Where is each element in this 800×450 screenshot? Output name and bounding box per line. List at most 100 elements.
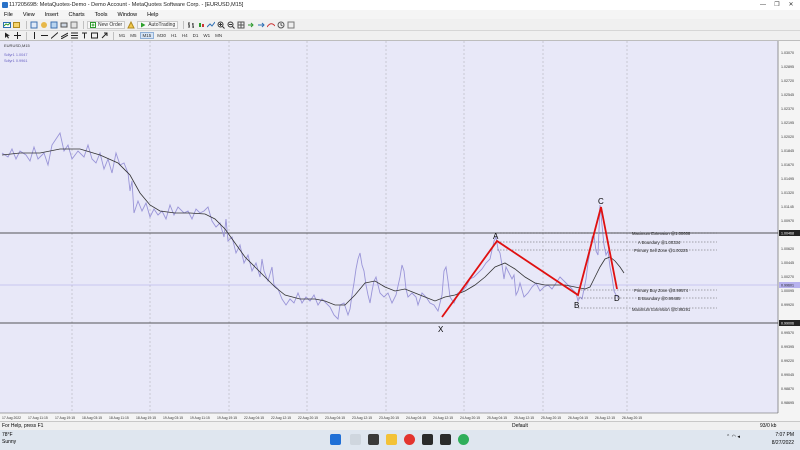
point-b-label: B [574,301,579,310]
line-chart-icon[interactable] [207,21,216,29]
system-tray-icons[interactable]: ⌃ ◠ ◂ [726,434,740,440]
ma-label-1: Sdlyr1 1.0047 [4,53,27,57]
volume-icon[interactable]: ◂ [737,434,740,440]
symbol-label: EURUSD,M15 [4,43,31,48]
horizontal-line-icon[interactable] [40,32,48,40]
chart-canvas[interactable]: X A B C D Maximum Extension @1.00608 A B… [0,41,800,421]
toolbar-separator [113,31,114,40]
svg-text:0.99220: 0.99220 [781,359,794,363]
menu-tools[interactable]: Tools [95,12,108,18]
svg-text:1.02720: 1.02720 [781,79,794,83]
point-d-label: D [614,294,620,303]
timeframe-m15-button[interactable]: M15 [139,32,155,39]
svg-text:1.00468: 1.00468 [781,232,794,236]
zoom-out-icon[interactable] [227,21,236,29]
menu-window[interactable]: Window [118,12,138,18]
svg-text:1.02545: 1.02545 [781,93,794,97]
svg-text:1.02370: 1.02370 [781,107,794,111]
bar-chart-icon[interactable] [187,21,195,29]
fibonacci-icon[interactable] [70,32,78,40]
arrow-icon[interactable] [100,32,108,40]
close-button[interactable]: ✕ [784,0,798,10]
b-boundary-label: B Boundary @0.99465 [638,296,681,301]
svg-text:23 Aug 20:15: 23 Aug 20:15 [379,416,399,420]
weather-widget[interactable]: 78°F Sunny [2,432,16,446]
toolbar-separator [183,20,185,29]
metatrader-icon[interactable] [458,434,469,445]
crosshair-icon[interactable] [13,32,21,40]
clock[interactable]: 7:07 PM 8/27/2022 [772,431,794,447]
svg-text:18 Aug 11:15: 18 Aug 11:15 [109,416,129,420]
traffic-indicator: 93/0 kb [760,423,777,429]
svg-text:1.01845: 1.01845 [781,149,794,153]
search-icon[interactable] [350,434,361,445]
tradingview-icon[interactable] [440,434,451,445]
market-watch-icon[interactable] [30,21,38,29]
point-c-label: C [598,197,604,206]
data-window-icon[interactable] [40,21,48,29]
svg-text:24 Aug 20:15: 24 Aug 20:15 [460,416,480,420]
window-title: 11720569B: MetaQuotes-Demo - Demo Accoun… [9,2,244,8]
point-x-label: X [438,325,444,334]
status-bar: For Help, press F1 Default 93/0 kb [0,421,800,430]
metaeditor-icon[interactable] [127,20,135,29]
templates-icon[interactable] [287,21,295,29]
svg-text:1.01495: 1.01495 [781,177,794,181]
menu-view[interactable]: View [23,12,35,18]
start-icon[interactable] [330,434,341,445]
text-label-icon[interactable] [90,32,98,40]
profiles-icon[interactable] [13,21,21,29]
terminal-window: 11720569B: MetaQuotes-Demo - Demo Accoun… [0,0,800,450]
menu-charts[interactable]: Charts [68,12,84,18]
svg-text:1.02895: 1.02895 [781,65,794,69]
svg-text:1.00095: 1.00095 [781,289,794,293]
channel-icon[interactable] [60,32,68,40]
chevron-up-icon[interactable]: ⌃ [726,434,730,440]
svg-text:1.00620: 1.00620 [781,247,794,251]
zoom-in-icon[interactable] [217,21,226,29]
svg-text:26 Aug 04:15: 26 Aug 04:15 [568,416,588,420]
timeframe-m1-button[interactable]: M1 [117,33,127,38]
trendline-icon[interactable] [50,32,58,40]
navigator-icon[interactable] [50,21,58,29]
chart-shift-icon[interactable] [247,21,255,29]
text-icon[interactable] [80,32,88,40]
terminal-icon[interactable] [60,21,68,29]
timeframe-h4-button[interactable]: H4 [180,33,190,38]
auto-scroll-icon[interactable] [257,21,265,29]
svg-text:19 Aug 03:15: 19 Aug 03:15 [163,416,183,420]
indicators-icon[interactable] [267,21,276,29]
timeframe-m30-button[interactable]: M30 [155,33,168,38]
timeframe-mn-button[interactable]: MN [213,33,224,38]
max-extension-bottom-label: Maximum Extension @0.99291 [632,307,691,312]
svg-text:26 Aug 20:15: 26 Aug 20:15 [622,416,642,420]
timeframe-m5-button[interactable]: M5 [128,33,138,38]
maximize-button[interactable]: ❐ [770,0,784,10]
chart-window[interactable]: X A B C D Maximum Extension @1.00608 A B… [0,41,800,421]
main-toolbar: New Order AutoTrading [0,19,800,31]
menu-insert[interactable]: Insert [45,12,59,18]
candlestick-icon[interactable] [197,21,205,29]
task-view-icon[interactable] [368,434,379,445]
menu-file[interactable]: File [4,12,13,18]
wifi-icon[interactable]: ◠ [732,434,736,440]
new-order-button[interactable]: New Order [87,20,126,29]
autotrading-button[interactable]: AutoTrading [137,20,179,29]
new-chart-icon[interactable] [3,21,11,29]
timeframe-w1-button[interactable]: W1 [201,33,212,38]
timeframe-d1-button[interactable]: D1 [191,33,201,38]
terminal-app-icon[interactable] [422,434,433,445]
menu-help[interactable]: Help [147,12,158,18]
line-studies-toolbar: M1 M5 M15 M30 H1 H4 D1 W1 MN [0,31,800,41]
cursor-icon[interactable] [3,32,11,40]
strategy-tester-icon[interactable] [70,21,78,29]
tile-windows-icon[interactable] [237,21,245,29]
periods-icon[interactable] [277,21,285,29]
minimize-button[interactable]: — [756,0,770,10]
file-explorer-icon[interactable] [386,434,397,445]
svg-text:0.99601: 0.99601 [781,284,794,288]
opera-icon[interactable] [404,434,415,445]
timeframe-h1-button[interactable]: H1 [169,33,179,38]
new-order-label: New Order [98,21,123,28]
vertical-line-icon[interactable] [30,32,38,40]
